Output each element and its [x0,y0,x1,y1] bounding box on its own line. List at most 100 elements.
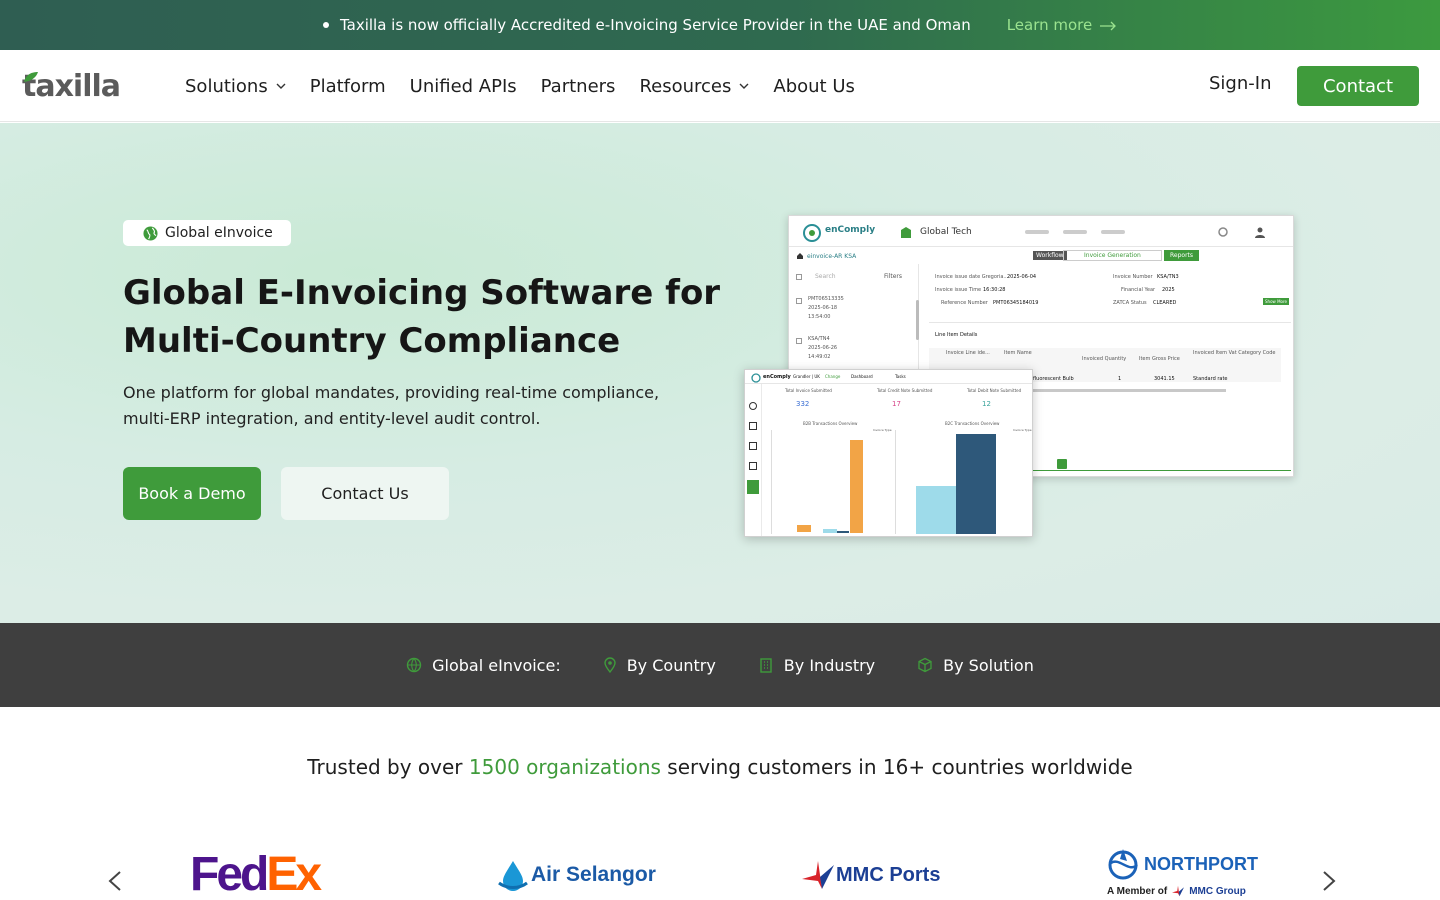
nav-about-us-label: About Us [773,75,855,97]
globe-icon [406,657,422,673]
nav-resources[interactable]: Resources [639,76,749,97]
column-header: Invoiced Quantity [1082,356,1127,362]
chevron-down-icon [276,83,286,89]
cat-by-solution[interactable]: By Solution [917,656,1034,675]
mmc-star-icon [802,861,834,889]
bullet-dot [322,22,329,28]
mmc-ports-wordmark: MMC Ports [836,863,941,886]
field-label: Invoice issue Time [935,287,982,293]
legend-title: Invoice Type [873,428,892,432]
leaf-icon [24,72,38,82]
nav-partners-label: Partners [540,75,616,97]
learn-more-label: Learn more [1006,16,1093,34]
fedex-logo: Fed Ex [190,848,322,900]
cat-by-country[interactable]: By Country [603,656,716,675]
air-selangor-wordmark: Air Selangor [531,863,656,886]
chevron-right-icon[interactable] [1321,870,1337,892]
user-icon [1255,227,1265,238]
encomply-logo-icon [751,373,761,383]
taxilla-logo[interactable]: taxilla [22,68,121,104]
field-value: KSA/TN3 [1157,274,1179,280]
learn-more-link[interactable]: Learn more [1007,16,1117,34]
cat-industry-label: By Industry [783,655,876,675]
nav-resources-label: Resources [639,75,732,97]
chart-axis [771,430,772,534]
building-icon [901,227,911,238]
hero-title-line1: Global E-Invoicing Software for [123,273,721,313]
fedex-logo-ex: Ex [266,848,322,900]
global-einvoice-badge: Global eInvoice [123,220,291,246]
list-item-date: 2025-06-26 [808,345,838,351]
progress-line [1033,470,1291,471]
chart-bar [837,531,849,533]
field-value: CLEARED [1153,300,1177,306]
divider [929,322,1291,323]
hero-section: Global eInvoice Global E-Invoicing Softw… [0,123,1440,623]
workflow-chip: Workflow [1033,251,1067,260]
cat-by-industry[interactable]: By Industry [758,656,875,675]
field-label: ZATCA Status [1113,300,1147,306]
field-value: 16:30:28 [983,287,1006,293]
line-items-title: Line Item Details [935,332,978,338]
checkbox [796,274,802,280]
column-header: Item Name [1004,350,1032,356]
field-label: Invoice issue date Gregoria... [935,274,1009,280]
hero-title: Global E-Invoicing Software for Multi-Co… [123,269,723,365]
nav-platform[interactable]: Platform [310,76,386,97]
checkbox [796,338,802,344]
northport-group-text: MMC Group [1189,885,1246,897]
globe-icon [143,225,158,241]
kpi-label: Total Invoice Submitted [785,388,832,393]
trusted-highlight: 1500 organizations [468,755,661,779]
book-demo-button[interactable]: Book a Demo [123,467,261,520]
nav-partners[interactable]: Partners [541,76,616,97]
hero-subtitle: One platform for global mandates, provid… [123,380,723,432]
chart-bar [916,486,956,534]
badge-label: Global eInvoice [165,225,273,241]
column-header: Item Gross Price [1139,356,1180,362]
northport-globe-icon [1108,849,1138,880]
contact-us-button[interactable]: Contact Us [281,467,449,520]
dash-org: Grandler | UK [793,374,820,379]
cat-global-label: Global eInvoice: [432,655,561,675]
air-selangor-logo: Air Selangor [497,859,656,891]
placeholder-bar [1101,230,1125,234]
horizontal-scrollbar [1033,389,1226,392]
northport-member-text: A Member of [1107,885,1168,897]
announcement-bar: Taxilla is now officially Accredited e-I… [0,0,1440,50]
dash-change: Change [825,374,841,379]
sidebar-icon [749,402,757,410]
list-item-time: 14:49:02 [808,354,831,360]
list-item-id: PMT06513335 [808,296,844,302]
nav-unified-apis[interactable]: Unified APIs [410,76,517,97]
field-value: 2025 [1162,287,1175,293]
trusted-prefix: Trusted by over [307,755,469,779]
column-header: Invoiced Item Vat Category Code [1193,350,1276,356]
northport-logo: NORTHPORT A Member of MMC Group [1107,847,1258,897]
chart-bar [797,525,811,532]
encomply-logo-icon [803,224,821,242]
nav-about-us[interactable]: About Us [773,76,855,97]
field-label: Financial Year [1121,287,1156,293]
gear-icon [1218,227,1228,237]
scrollbar [916,300,919,340]
kpi-value: 12 [982,400,991,408]
checkbox [796,298,802,304]
list-search: Search [815,273,836,280]
chart-bar [956,434,996,534]
sign-in-link[interactable]: Sign-In [1209,73,1271,94]
column-header: Invoice Line ide... [946,350,990,356]
cat-global-einvoice[interactable]: Global eInvoice: [406,656,561,675]
hero-subtitle-line1: One platform for global mandates, provid… [123,383,660,402]
dash-app-name: enComply [763,374,791,380]
nav-solutions[interactable]: Solutions [185,76,286,97]
nav-solutions-label: Solutions [185,75,268,97]
reports-button: Reports [1164,250,1200,261]
chevron-down-icon [739,83,749,89]
contact-button[interactable]: Contact [1297,66,1419,106]
dash-sidebar [745,384,762,536]
kpi-value: 332 [796,400,810,408]
org-name: Global Tech [920,227,972,237]
chevron-left-icon[interactable] [107,870,123,892]
mmc-ports-logo: MMC Ports [800,859,940,891]
